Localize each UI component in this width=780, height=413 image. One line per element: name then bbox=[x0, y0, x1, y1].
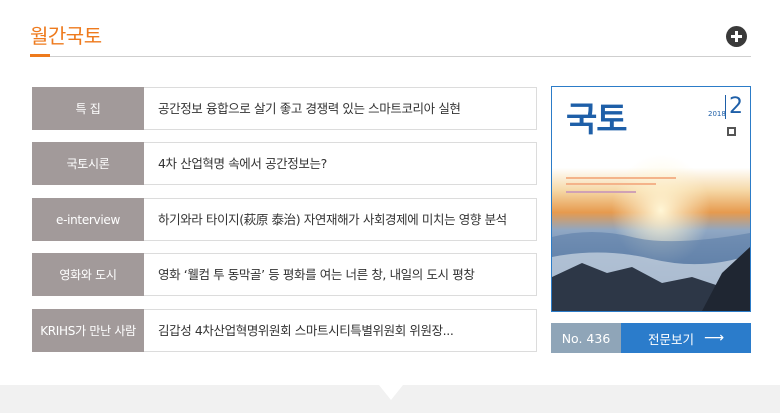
article-row[interactable]: 영화와 도시 영화 ‘웰컴 투 동막골’ 등 평화를 여는 너른 창, 내일의 … bbox=[32, 253, 537, 296]
issue-number-badge: No. 436 bbox=[551, 323, 621, 353]
cover-logo: 국토 bbox=[566, 100, 628, 140]
article-category: 특 집 bbox=[32, 87, 144, 130]
article-title-link[interactable]: 공간정보 융합으로 살기 좋고 경쟁력 있는 스마트코리아 실현 bbox=[158, 88, 461, 129]
article-category: 영화와 도시 bbox=[32, 253, 144, 296]
article-row[interactable]: KRIHS가 만난 사람 김갑성 4차산업혁명위원회 스마트시티특별위원회 위원… bbox=[32, 309, 537, 352]
section-title: 월간국토 bbox=[30, 24, 102, 48]
article-row[interactable]: 국토시론 4차 산업혁명 속에서 공간정보는? bbox=[32, 142, 537, 185]
view-full-label: 전문보기 bbox=[647, 331, 694, 347]
article-category: e-interview bbox=[32, 198, 144, 241]
article-row[interactable]: e-interview 하기와라 타이지(萩原 泰治) 자연재해가 사회경제에 … bbox=[32, 198, 537, 241]
article-title-link[interactable]: 4차 산업혁명 속에서 공간정보는? bbox=[158, 143, 327, 184]
article-row[interactable]: 특 집 공간정보 융합으로 살기 좋고 경쟁력 있는 스마트코리아 실현 bbox=[32, 87, 537, 130]
article-category: KRIHS가 만난 사람 bbox=[32, 309, 144, 352]
article-title-link[interactable]: 영화 ‘웰컴 투 동막골’ 등 평화를 여는 너른 창, 내일의 도시 평창 bbox=[158, 254, 475, 295]
title-accent-bar bbox=[30, 54, 50, 57]
pointer-notch bbox=[379, 385, 403, 400]
article-category: 국토시론 bbox=[32, 142, 144, 185]
cover-month: 2 bbox=[725, 95, 743, 119]
plus-circle-icon[interactable] bbox=[726, 26, 747, 47]
arrow-right-icon: ⟶ bbox=[703, 330, 725, 346]
view-full-button[interactable]: 전문보기 ⟶ bbox=[621, 323, 751, 353]
magazine-cover-image[interactable]: 국토 2018 2 bbox=[551, 86, 751, 312]
cover-year: 2018 bbox=[708, 110, 726, 118]
article-title-link[interactable]: 하기와라 타이지(萩原 泰治) 자연재해가 사회경제에 미치는 영향 분석 bbox=[158, 199, 507, 240]
article-title-link[interactable]: 김갑성 4차산업혁명위원회 스마트시티특별위원회 위원장... bbox=[158, 310, 454, 351]
title-divider bbox=[30, 56, 751, 57]
